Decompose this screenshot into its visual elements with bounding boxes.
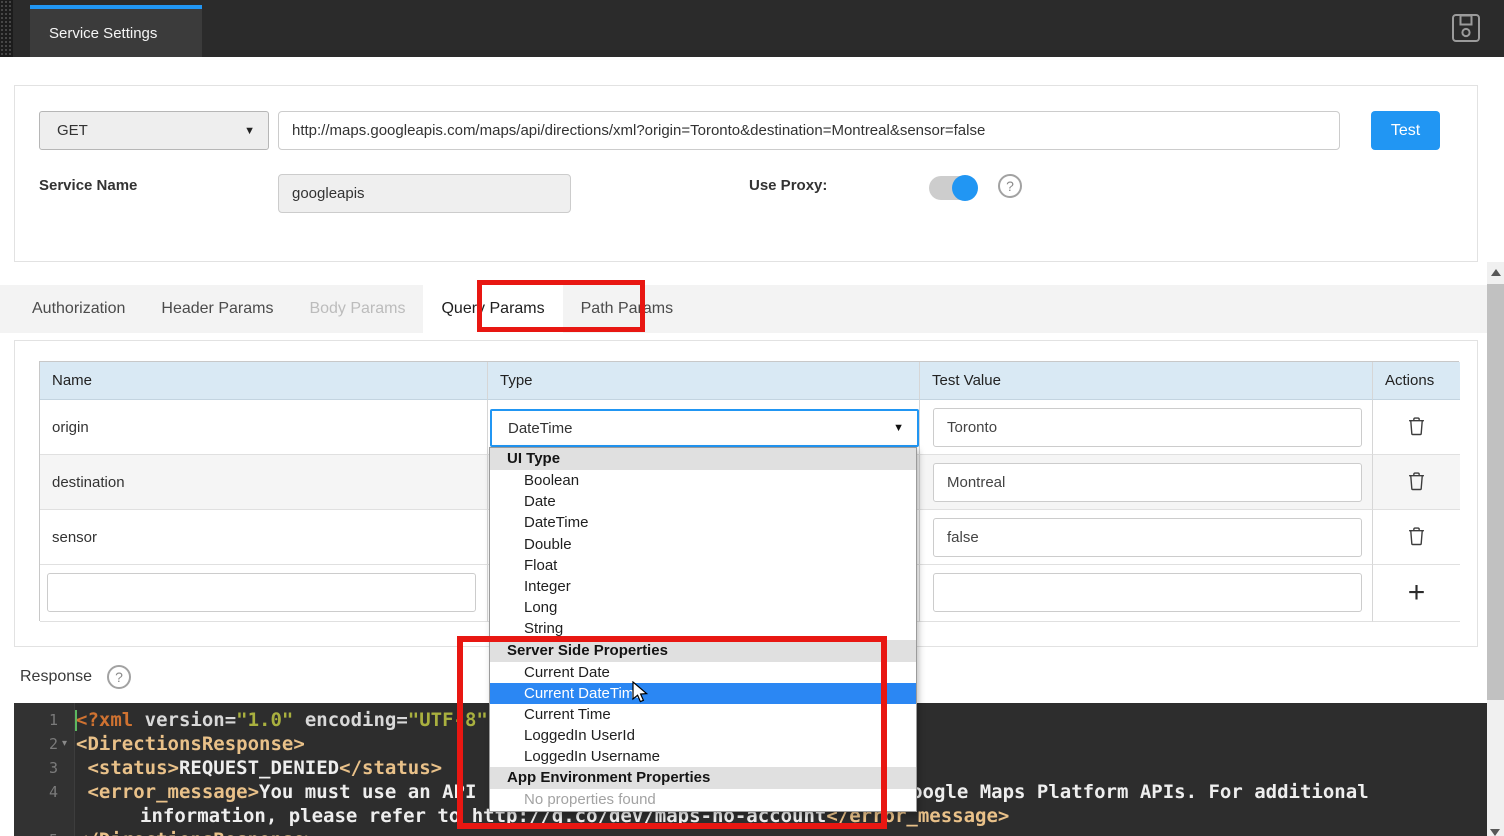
line-number: 1 [14,708,58,732]
dropdown-group-header-server-side-properties: Server Side Properties [490,640,916,662]
column-header-test-value: Test Value [920,362,1373,400]
code-line: <status>REQUEST_DENIED</status> [76,756,442,780]
add-row-button[interactable]: + [1408,578,1426,608]
dropdown-option-long[interactable]: Long [490,597,916,618]
dropdown-option-boolean[interactable]: Boolean [490,470,916,491]
method-select[interactable]: GET ▼ [39,111,269,150]
test-value-input[interactable] [933,518,1362,557]
new-param-name-input[interactable] [47,573,476,612]
param-test-value-cell [920,565,1373,622]
param-test-value-cell [920,455,1373,510]
params-tab-bar: AuthorizationHeader ParamsBody ParamsQue… [0,285,1487,333]
service-settings-tab[interactable]: Service Settings [30,5,202,57]
dropdown-option-double[interactable]: Double [490,534,916,555]
save-button[interactable] [1449,13,1483,47]
proxy-help-icon[interactable]: ? [998,174,1022,198]
code-line: </DirectionsResponse> [76,828,316,836]
test-value-input[interactable] [933,463,1362,502]
type-select[interactable]: DateTime ▼ [490,409,919,447]
dropdown-group-header-ui-type: UI Type [490,448,916,470]
panel-grip [0,0,13,57]
type-select-value: DateTime [508,420,572,437]
dropdown-group-header-app-environment-properties: App Environment Properties [490,767,916,789]
chevron-down-icon: ▼ [893,422,904,434]
service-name-field[interactable] [278,174,571,213]
param-actions-cell [1373,400,1460,455]
param-actions-cell [1373,455,1460,510]
test-button[interactable]: Test [1371,111,1440,150]
dropdown-option-current-time[interactable]: Current Time [490,704,916,725]
param-name-cell [40,565,488,622]
url-input[interactable] [278,111,1340,150]
tab-authorization[interactable]: Authorization [14,285,143,333]
scroll-up-icon[interactable] [1491,269,1501,276]
service-settings-tab-label: Service Settings [49,25,157,42]
delete-row-button[interactable] [1408,526,1425,549]
scroll-down-icon[interactable] [1490,829,1500,836]
toggle-knob [952,175,978,201]
dropdown-option-float[interactable]: Float [490,555,916,576]
param-actions-cell [1373,510,1460,565]
param-test-value-cell [920,510,1373,565]
dropdown-option-no-properties-found: No properties found [490,789,916,810]
column-header-actions: Actions [1373,362,1460,400]
editor-gutter: 12▾34 5 [14,703,75,836]
type-dropdown-list: UI TypeBooleanDateDateTimeDoubleFloatInt… [489,447,917,812]
param-name-cell: destination [40,455,488,510]
test-value-input[interactable] [933,408,1362,447]
chevron-down-icon: ▼ [244,125,255,137]
dropdown-option-date[interactable]: Date [490,491,916,512]
save-icon [1451,13,1481,48]
method-select-value: GET [57,122,88,139]
app-header: Service Settings [0,0,1504,57]
dropdown-option-loggedin-username[interactable]: LoggedIn Username [490,746,916,767]
param-test-value-cell [920,400,1373,455]
tab-header-params[interactable]: Header Params [143,285,291,333]
dropdown-option-current-datetime[interactable]: Current DateTime [490,683,916,704]
use-proxy-label: Use Proxy: [749,177,827,194]
request-form-panel: GET ▼ Test Service Name Use Proxy: ? [14,85,1478,262]
dropdown-option-string[interactable]: String [490,618,916,639]
tab-body-params[interactable]: Body Params [291,285,423,333]
tab-query-params[interactable]: Query Params [423,285,562,333]
service-name-label: Service Name [39,177,137,194]
line-number: 2 [14,732,58,756]
line-number: 5 [14,828,58,836]
param-name-cell: origin [40,400,488,455]
new-param-test-value-input[interactable] [933,573,1362,612]
param-actions-cell: + [1373,565,1460,622]
scrollbar-thumb[interactable] [1487,284,1504,700]
delete-row-button[interactable] [1408,471,1425,494]
column-header-type: Type [488,362,920,400]
vertical-scrollbar[interactable] [1487,262,1504,836]
response-label: Response [20,668,92,686]
tab-path-params[interactable]: Path Params [563,285,691,333]
code-line: <?xml version="1.0" encoding="UTF-8"?> [76,708,511,732]
dropdown-option-integer[interactable]: Integer [490,576,916,597]
dropdown-option-loggedin-userid[interactable]: LoggedIn UserId [490,725,916,746]
response-help-icon[interactable]: ? [107,665,131,689]
line-number: 3 [14,756,58,780]
param-name-cell: sensor [40,510,488,565]
delete-row-button[interactable] [1408,416,1425,439]
dropdown-option-datetime[interactable]: DateTime [490,512,916,533]
fold-arrow-icon[interactable]: ▾ [62,732,67,756]
line-number: 4 [14,780,58,804]
code-line: <DirectionsResponse> [76,732,305,756]
use-proxy-toggle[interactable] [929,176,975,200]
column-header-name: Name [40,362,488,400]
dropdown-option-current-date[interactable]: Current Date [490,662,916,683]
